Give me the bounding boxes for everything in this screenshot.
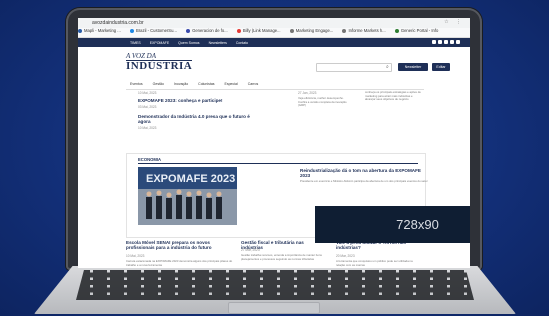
- site-logo[interactable]: A VOZ DA INDÚSTRIA: [126, 53, 193, 72]
- feature-title[interactable]: Reindustrialização dá o tom na abertura …: [300, 168, 430, 179]
- bookmark-item[interactable]: Marketing Engage...: [289, 28, 333, 33]
- menu-item[interactable]: Inovação: [174, 82, 188, 86]
- article-date: 10 Mai, 2023: [138, 126, 157, 130]
- article-date: 10 Mai, 2023: [138, 91, 157, 95]
- article-excerpt: Veja eficiência, melhor desempenho. Conf…: [298, 96, 347, 108]
- menu-item[interactable]: Especial: [225, 82, 238, 86]
- ad-banner[interactable]: 728x90: [315, 206, 470, 243]
- social-icons: [432, 40, 460, 44]
- article-title[interactable]: Demonstrador da Indústria 4.0 presa que …: [138, 114, 258, 125]
- menu-item[interactable]: Eventos: [130, 82, 143, 86]
- bookmark-item[interactable]: Billy (Link Manage...: [236, 28, 281, 33]
- section-divider: [138, 163, 418, 164]
- search-icon[interactable]: ⌕: [386, 64, 389, 70]
- topnav-item[interactable]: Newsletters: [209, 41, 227, 45]
- article-excerpt: Gestão trabalha recursos, entenda a impo…: [241, 253, 322, 261]
- facebook-icon[interactable]: [432, 40, 436, 44]
- youtube-icon[interactable]: [450, 40, 454, 44]
- keyboard: [76, 270, 474, 300]
- topnav-item[interactable]: EXPOMAFE: [150, 41, 169, 45]
- svg-text:EXPOMAFE 2023: EXPOMAFE 2023: [146, 173, 235, 185]
- edit-button[interactable]: Editar: [432, 63, 450, 71]
- bookmarks-bar: Mapli - Marketing ... Brazil - CustomerS…: [78, 28, 470, 38]
- article-excerpt: A ferramenta que conquistou um público p…: [336, 259, 413, 267]
- bookmark-item[interactable]: Generacion de fo...: [186, 28, 228, 33]
- topnav-item[interactable]: Quem Somos: [178, 41, 199, 45]
- trackpad: [228, 302, 320, 314]
- newsletter-button[interactable]: Newsletter: [398, 63, 428, 71]
- address-bar[interactable]: avozdaindustria.com.br ☆ ⋮: [78, 18, 470, 28]
- article-date: 27 Jan, 2023: [298, 91, 317, 95]
- bookmark-item[interactable]: Generic Portal - Info: [394, 28, 438, 33]
- main-menu: Eventos Gestão Inovação Colunistas Espec…: [130, 82, 258, 86]
- article-date: 03 Mai, 2023: [138, 105, 157, 109]
- laptop-screen: avozdaindustria.com.br ☆ ⋮ Mapli - Marke…: [78, 18, 470, 268]
- bookmark-item[interactable]: Brazil - CustomerSu...: [129, 28, 177, 33]
- feature-excerpt: Presidente em exercício e Ministro Alckm…: [300, 179, 428, 183]
- article-excerpt: Carreta estacionada na EXPOMAFE 2023 dem…: [126, 259, 233, 267]
- article-title[interactable]: Escola Móvel SENAI prepara os novos prof…: [126, 240, 234, 251]
- bookmark-item[interactable]: Informe Markets h...: [342, 28, 386, 33]
- section-label: ECONOMIA: [138, 157, 162, 162]
- feature-photo[interactable]: EXPOMAFE 2023: [138, 167, 237, 225]
- search-input[interactable]: [316, 63, 392, 72]
- article-date: 27 Mar, 2023: [241, 248, 260, 252]
- menu-item[interactable]: Gestão: [153, 82, 164, 86]
- bookmark-item[interactable]: Mapli - Marketing ...: [78, 28, 121, 33]
- topnav-item[interactable]: Contato: [236, 41, 248, 45]
- article-date: 10 Mai, 2023: [126, 254, 145, 258]
- rss-icon[interactable]: [456, 40, 460, 44]
- menu-item[interactable]: Colunistas: [198, 82, 214, 86]
- topnav-item[interactable]: TIMES: [130, 41, 141, 45]
- article-excerpt: conheça os principais estratégias e açõe…: [365, 90, 421, 102]
- article-title[interactable]: EXPOMAFE 2023: conheça e participe!: [138, 98, 238, 103]
- instagram-icon[interactable]: [438, 40, 442, 44]
- site-top-bar: TIMES EXPOMAFE Quem Somos Newsletters Co…: [78, 38, 470, 47]
- menu-item[interactable]: Carros: [248, 82, 259, 86]
- browser-toolbar-icons[interactable]: ☆ ⋮: [444, 19, 464, 25]
- article-date: 20 Mar, 2023: [336, 254, 355, 258]
- linkedin-icon[interactable]: [444, 40, 448, 44]
- url-text[interactable]: avozdaindustria.com.br: [92, 20, 144, 26]
